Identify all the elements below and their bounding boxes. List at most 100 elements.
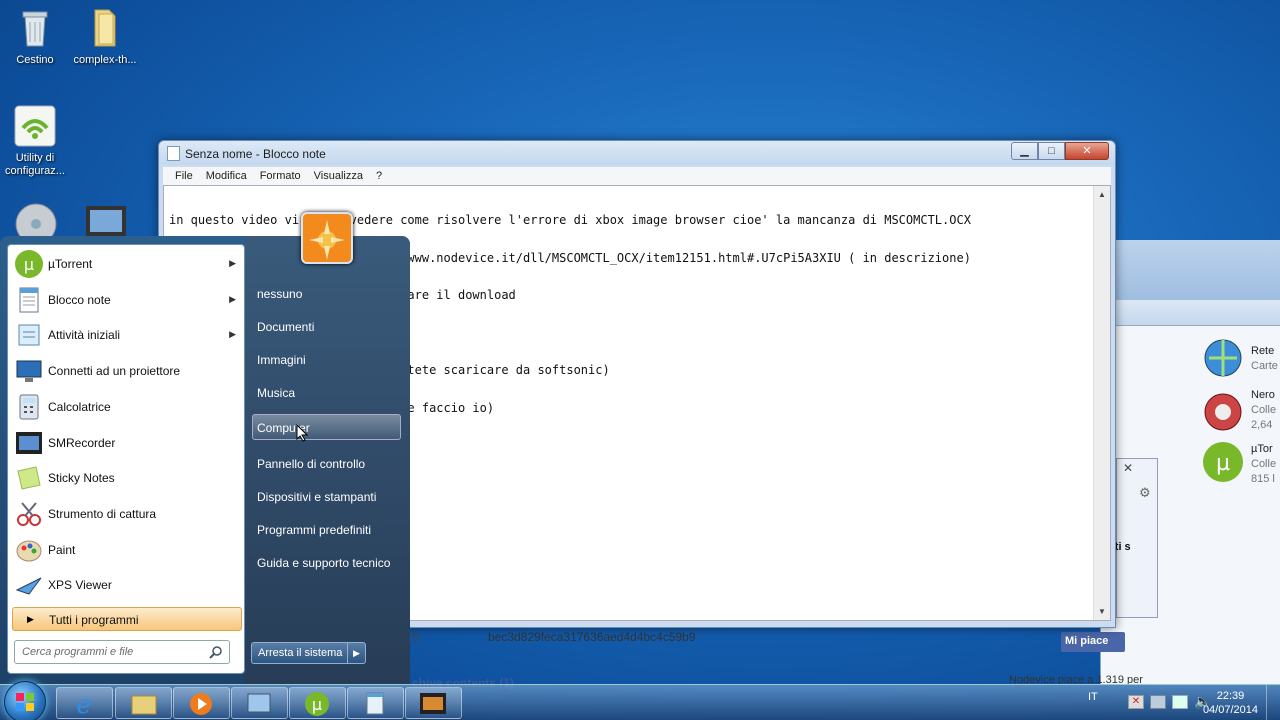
program-utorrent[interactable]: µ µTorrent ▶: [12, 247, 244, 281]
menu-visualizza[interactable]: Visualizza: [308, 167, 370, 185]
taskbar-control-panel[interactable]: [231, 687, 288, 719]
snipping-tool-icon: [14, 499, 44, 529]
network-tray-icon[interactable]: [1150, 695, 1166, 709]
svg-text:e: e: [76, 690, 91, 718]
menu-help[interactable]: ?: [370, 167, 389, 185]
bg-item-utorrent[interactable]: µTor Colle 815 l: [1251, 442, 1276, 487]
taskbar-notepad[interactable]: [347, 687, 404, 719]
taskbar-media-player[interactable]: [173, 687, 230, 719]
taskbar-utorrent[interactable]: µ: [289, 687, 346, 719]
bg-item-title: µTor: [1251, 443, 1273, 455]
start-menu-programs-pane: µ µTorrent ▶ Blocco note ▶ Attività iniz…: [7, 244, 245, 674]
shutdown-options-icon[interactable]: ▶: [347, 643, 365, 663]
right-item-user[interactable]: nessuno: [257, 287, 302, 301]
search-icon[interactable]: [209, 645, 223, 659]
like-button[interactable]: Mi piace: [1061, 632, 1125, 652]
notepad-title: Senza nome - Blocco note: [185, 147, 326, 161]
network-status-icon[interactable]: [1172, 695, 1188, 709]
taskbar-internet-explorer[interactable]: e: [56, 687, 113, 720]
clock[interactable]: 22:39 04/07/2014: [1203, 689, 1258, 717]
program-label: µTorrent: [48, 257, 93, 271]
windows-logo-icon: [16, 693, 34, 711]
menu-modifica[interactable]: Modifica: [200, 167, 254, 185]
bg-item-nero[interactable]: Nero Colle 2,64: [1251, 388, 1276, 433]
program-label: SMRecorder: [48, 436, 116, 450]
all-programs-button[interactable]: ▶ Tutti i programmi: [12, 607, 242, 631]
scroll-up-icon[interactable]: ▲: [1094, 186, 1110, 203]
svg-text:µ: µ: [1216, 451, 1230, 476]
close-icon[interactable]: ✕: [1123, 461, 1133, 475]
submenu-arrow-icon[interactable]: ▶: [229, 329, 236, 340]
program-calculator[interactable]: Calcolatrice: [12, 390, 244, 424]
start-menu: µ µTorrent ▶ Blocco note ▶ Attività iniz…: [0, 212, 410, 684]
search-input[interactable]: Cerca programmi e file: [14, 640, 230, 664]
bg-item-sub: Carte: [1251, 360, 1278, 372]
system-tray: IT ✕ 🔈 22:39 04/07/2014: [1060, 685, 1280, 720]
flag-icon[interactable]: ✕: [1128, 695, 1144, 709]
xps-viewer-icon: [14, 570, 44, 600]
program-smrecorder[interactable]: SMRecorder: [12, 426, 244, 460]
close-button[interactable]: ✕: [1065, 142, 1109, 160]
user-avatar[interactable]: [301, 212, 353, 264]
desktop-icon-wifi-utility[interactable]: Utility di configuraz...: [0, 104, 73, 178]
maximize-button[interactable]: □: [1038, 142, 1065, 160]
right-item-help-support[interactable]: Guida e supporto tecnico: [257, 556, 390, 570]
program-label: Attività iniziali: [48, 328, 121, 342]
search-placeholder: Cerca programmi e file: [22, 646, 134, 658]
notepad-icon: [366, 692, 384, 715]
program-label: Paint: [48, 543, 76, 557]
minimize-button[interactable]: ▁: [1011, 142, 1038, 160]
taskbar-smrecorder[interactable]: [405, 687, 462, 719]
show-desktop-button[interactable]: [1266, 685, 1280, 720]
menu-file[interactable]: File: [169, 167, 200, 185]
notepad-icon: [14, 285, 44, 315]
program-paint[interactable]: Paint: [12, 533, 244, 567]
sticky-notes-icon: [14, 463, 44, 493]
like-label: Mi piace: [1065, 635, 1109, 647]
shutdown-button[interactable]: Arresta il sistema ▶: [251, 642, 366, 664]
svg-text:µ: µ: [312, 695, 322, 714]
shutdown-label: Arresta il sistema: [258, 647, 343, 659]
wifi-utility-icon: [13, 104, 57, 148]
calculator-icon: [14, 392, 44, 422]
program-projector[interactable]: Connetti ad un proiettore: [12, 354, 244, 388]
right-item-default-programs[interactable]: Programmi predefiniti: [257, 523, 371, 537]
menu-formato[interactable]: Formato: [254, 167, 308, 185]
start-button[interactable]: [4, 681, 46, 720]
clock-date: 04/07/2014: [1202, 704, 1258, 716]
right-item-music[interactable]: Musica: [257, 386, 295, 400]
right-item-pictures[interactable]: Immagini: [257, 353, 306, 367]
bg-item-network[interactable]: Rete Carte: [1251, 344, 1278, 374]
program-sticky-notes[interactable]: Sticky Notes: [12, 461, 244, 495]
window-controls: ▁ □ ✕: [1011, 142, 1109, 160]
taskbar-explorer[interactable]: [115, 687, 172, 719]
program-notepad[interactable]: Blocco note ▶: [12, 283, 244, 317]
program-label: Blocco note: [48, 293, 111, 307]
scroll-down-icon[interactable]: ▼: [1094, 603, 1110, 620]
utorrent-icon: µ: [305, 692, 329, 716]
program-snipping-tool[interactable]: Strumento di cattura: [12, 497, 244, 531]
getting-started-icon: [14, 320, 44, 350]
gear-icon[interactable]: ⚙: [1139, 485, 1151, 501]
internet-explorer-icon: e: [76, 690, 91, 720]
program-getting-started[interactable]: Attività iniziali ▶: [12, 318, 244, 352]
program-xps-viewer[interactable]: XPS Viewer: [12, 568, 244, 602]
right-item-control-panel[interactable]: Pannello di controllo: [257, 457, 365, 471]
notepad-menubar: File Modifica Formato Visualizza ?: [163, 167, 1111, 185]
dvd-icon[interactable]: [14, 202, 58, 245]
paint-icon: [14, 535, 44, 565]
vertical-scrollbar[interactable]: ▲ ▼: [1093, 186, 1110, 620]
desktop-icon-folder[interactable]: complex-th...: [67, 6, 143, 67]
bg-item-title: Rete: [1251, 345, 1275, 357]
desktop-icon-recycle-bin[interactable]: Cestino: [0, 6, 73, 67]
right-item-documents[interactable]: Documenti: [257, 320, 314, 334]
arrow-right-icon: ▶: [27, 614, 34, 624]
video-clapper-icon[interactable]: [84, 202, 128, 238]
background-window-titlebar: [1101, 240, 1280, 300]
notepad-titlebar[interactable]: Senza nome - Blocco note ▁ □ ✕: [159, 141, 1115, 165]
mouse-cursor-icon: [296, 424, 308, 442]
language-indicator[interactable]: IT: [1088, 691, 1098, 703]
submenu-arrow-icon[interactable]: ▶: [229, 258, 236, 269]
submenu-arrow-icon[interactable]: ▶: [229, 294, 236, 305]
right-item-devices-printers[interactable]: Dispositivi e stampanti: [257, 490, 376, 504]
